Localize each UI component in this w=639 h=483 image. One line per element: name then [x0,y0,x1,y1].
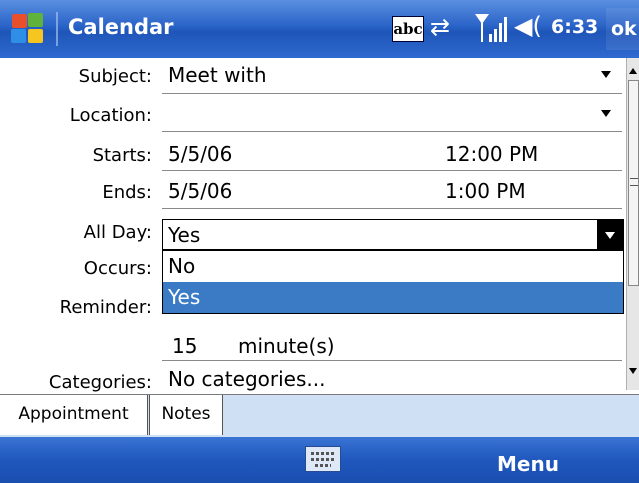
categories-field[interactable]: No categories... [168,367,325,391]
subject-label: Subject: [78,66,152,87]
location-underline [162,131,622,132]
subject-underline [162,93,622,94]
reminder-amount-field[interactable]: 15 [172,334,197,358]
location-dropdown-arrow-icon[interactable] [601,110,611,117]
starts-date-field[interactable]: 5/5/06 [168,142,232,166]
all-day-dropdown-button[interactable] [597,220,623,249]
clock[interactable]: 6:33 [551,16,598,38]
starts-underline [162,170,622,171]
subject-field[interactable]: Meet with [168,63,267,87]
title-bar: Calendar abc ⇄ ◀( 6:33 ok [0,0,639,58]
location-field[interactable] [168,103,588,127]
all-day-value: Yes [168,223,201,247]
app-title: Calendar [68,15,174,39]
ok-button[interactable]: ok [606,8,639,50]
location-label: Location: [69,105,152,126]
subject-dropdown-arrow-icon[interactable] [601,71,611,78]
dropdown-option-no[interactable]: No [163,251,623,282]
tab-notes[interactable]: Notes [149,395,223,435]
reminder-label: Reminder: [59,297,152,318]
starts-label: Starts: [92,145,152,166]
ends-date-field[interactable]: 5/5/06 [168,179,232,203]
scrollbar-grip-icon [630,178,638,186]
reminder-unit-field[interactable]: minute(s) [238,334,335,358]
menu-softkey[interactable]: Menu [497,452,559,476]
all-day-select[interactable]: Yes [162,219,624,250]
volume-icon[interactable]: ◀( [514,12,542,40]
scroll-up-arrow-icon[interactable] [629,68,637,74]
input-method-abc-icon[interactable]: abc [392,16,424,42]
signal-strength-icon[interactable] [473,10,509,44]
categories-label: Categories: [48,372,152,393]
connectivity-arrows-icon[interactable]: ⇄ [430,13,450,41]
dropdown-option-yes[interactable]: Yes [163,282,623,313]
tab-appointment[interactable]: Appointment [0,395,148,435]
all-day-dropdown-list: No Yes [162,250,624,314]
ends-label: Ends: [102,182,152,203]
occurs-label: Occurs: [83,258,152,279]
scroll-down-arrow-icon[interactable] [629,368,637,374]
title-divider [56,12,58,46]
ends-underline [162,208,622,209]
ends-time-field[interactable]: 1:00 PM [445,179,526,203]
reminder-underline [162,360,622,361]
all-day-label: All Day: [83,222,152,243]
windows-start-icon[interactable] [10,13,44,45]
tab-strip: Appointment Notes [0,394,639,437]
keyboard-icon[interactable] [305,446,341,472]
starts-time-field[interactable]: 12:00 PM [445,142,538,166]
